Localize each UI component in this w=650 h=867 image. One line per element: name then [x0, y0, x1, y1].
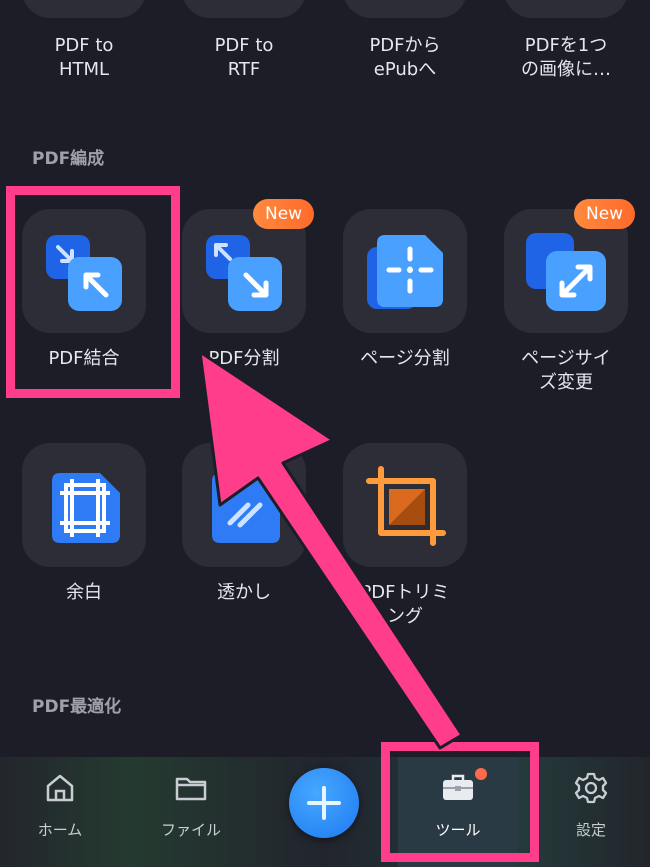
page-split-icon [367, 235, 443, 309]
tool-label: PDF分割 [208, 348, 280, 369]
split-icon [206, 235, 282, 311]
tool-label: 透かし [217, 582, 271, 603]
tool-tile-pdf-to-image[interactable] [504, 0, 628, 18]
tool-label: PDFから ePubへ [369, 35, 441, 80]
annotation-arrow [198, 350, 464, 750]
tool-tile-page-split[interactable] [343, 209, 467, 333]
tab-label: ファイル [160, 821, 221, 839]
tool-tile-pdf-to-epub[interactable] [343, 0, 467, 18]
tab-files[interactable]: ファイル [131, 757, 251, 867]
margin-icon [52, 473, 120, 543]
new-badge: New [253, 199, 315, 229]
section-title-edit: PDF編成 [32, 149, 105, 169]
tool-tile-crop[interactable] [343, 443, 467, 567]
tool-label: ページサイ ズ変更 [521, 348, 611, 393]
folder-icon [175, 777, 207, 801]
tool-tile-pdf-to-rtf[interactable] [182, 0, 306, 18]
tool-tile-watermark[interactable] [182, 443, 306, 567]
highlight-box-merge [6, 186, 180, 398]
highlight-box-tools-tab [381, 742, 539, 862]
watermark-icon [212, 473, 280, 543]
tool-label: ページ分割 [360, 348, 450, 369]
tool-label: PDFトリミ ング [360, 582, 450, 627]
home-icon [46, 774, 74, 802]
gear-icon [574, 772, 608, 804]
plus-icon [307, 786, 341, 820]
tool-label: 余白 [66, 582, 102, 603]
resize-icon [526, 233, 606, 311]
tab-label: 設定 [575, 821, 606, 839]
tab-settings[interactable]: 設定 [531, 757, 650, 867]
tab-label: ホーム [37, 821, 83, 839]
section-title-optimize: PDF最適化 [32, 697, 122, 717]
add-button[interactable] [289, 768, 359, 838]
crop-icon [366, 466, 446, 546]
tool-label: PDF to HTML [54, 35, 114, 80]
tool-label: PDF to RTF [214, 35, 274, 80]
tab-home[interactable]: ホーム [0, 757, 120, 867]
new-badge: New [574, 199, 636, 229]
tool-tile-pdf-to-html[interactable] [22, 0, 146, 18]
tool-label: PDFを1つ の画像に… [521, 35, 611, 80]
tool-tile-margin[interactable] [22, 443, 146, 567]
